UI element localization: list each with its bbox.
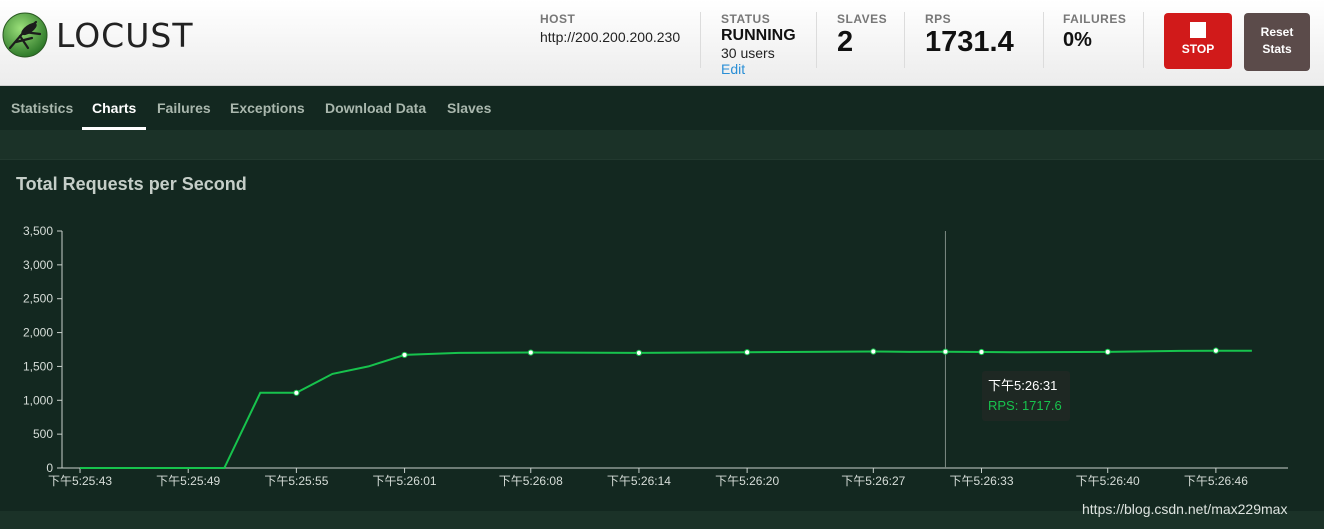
watermark: https://blog.csdn.net/max229max <box>1082 501 1288 517</box>
y-tick-label: 2,000 <box>23 326 53 340</box>
data-point <box>1104 348 1111 355</box>
x-tick-label: 下午5:26:40 <box>1076 474 1140 488</box>
data-point <box>978 348 985 356</box>
y-axis: 0 500 1,000 1,500 2,000 2,500 3,000 3,500 <box>23 224 63 475</box>
y-tick-label: 500 <box>33 427 53 441</box>
x-tick-label: 下午5:26:01 <box>373 474 437 488</box>
x-tick-label: 下午5:25:43 <box>48 474 112 488</box>
x-tick-label: 下午5:26:33 <box>949 474 1013 488</box>
rps-chart[interactable]: 0 500 1,000 1,500 2,000 2,500 3,000 3,500 下午5:2… <box>0 0 1324 529</box>
y-tick-label: 1,000 <box>23 393 53 407</box>
tooltip-time: 下午5:26:31 <box>988 378 1057 393</box>
series-group <box>80 347 1252 469</box>
y-tick-label: 3,500 <box>23 224 53 238</box>
y-tick-label: 3,000 <box>23 258 53 272</box>
x-tick-label: 下午5:26:08 <box>499 474 563 488</box>
data-point <box>635 349 643 356</box>
y-tick-label: 2,500 <box>23 292 53 306</box>
y-tick-label: 0 <box>46 461 53 475</box>
chart-tooltip: 下午5:26:31 RPS: 1717.6 <box>982 371 1070 421</box>
data-point <box>870 348 877 355</box>
tooltip-value: RPS: 1717.6 <box>988 398 1062 413</box>
data-point <box>401 351 408 359</box>
data-point <box>293 389 300 396</box>
x-tick-label: 下午5:25:49 <box>156 474 220 488</box>
x-tick-label: 下午5:26:20 <box>715 474 779 488</box>
x-tick-label: 下午5:26:46 <box>1184 474 1248 488</box>
data-point <box>942 348 949 355</box>
x-tick-label: 下午5:25:55 <box>264 474 328 488</box>
x-tick-label: 下午5:26:14 <box>607 474 671 488</box>
x-axis: 下午5:25:43 下午5:25:49 下午5:25:55 下午5:26:01 下午5:… <box>48 467 1288 488</box>
rps-series-line <box>80 349 1252 469</box>
y-tick-label: 1,500 <box>23 359 53 373</box>
x-tick-label: 下午5:26:27 <box>841 474 905 488</box>
data-point <box>1212 347 1219 354</box>
data-point <box>527 349 534 356</box>
data-point <box>744 349 751 356</box>
